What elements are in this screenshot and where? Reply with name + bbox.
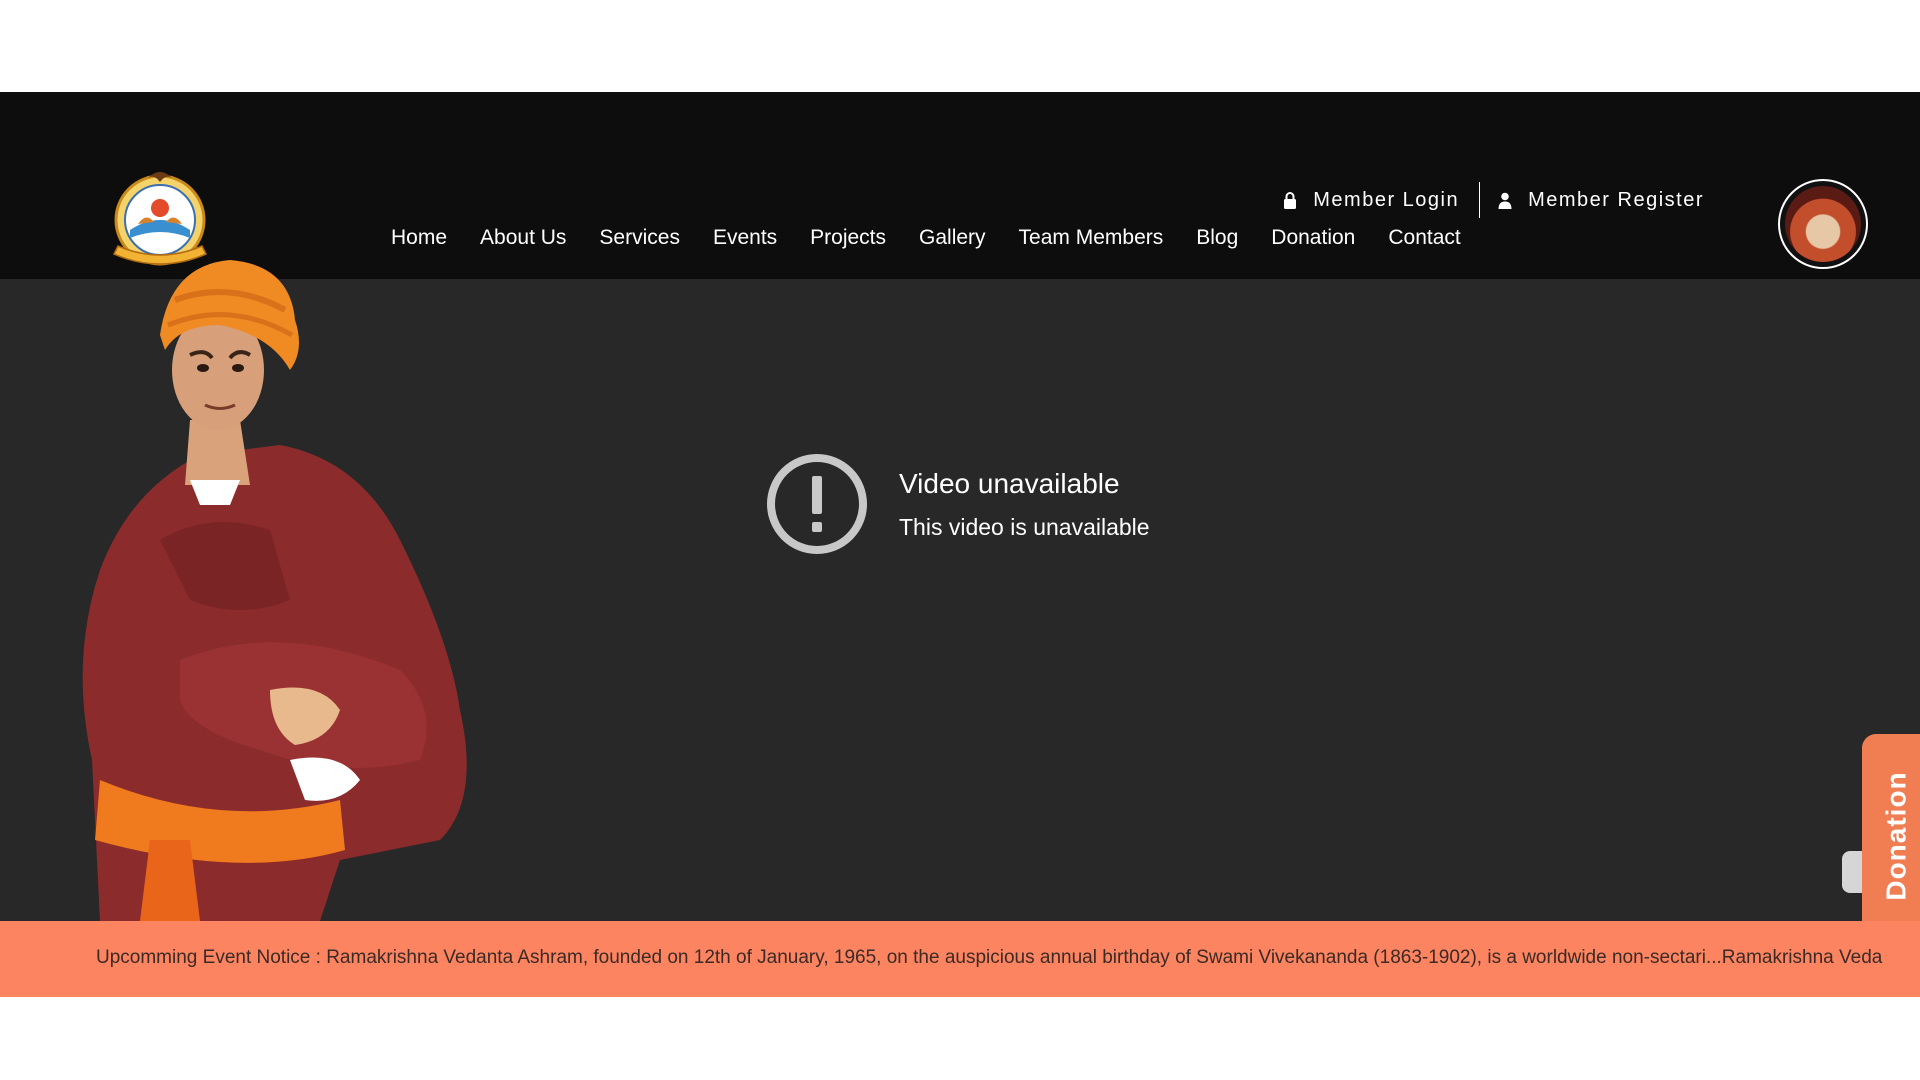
guru-portrait (1785, 186, 1861, 262)
member-register-label: Member Register (1528, 188, 1704, 211)
floating-donation-button[interactable]: Donation (1862, 734, 1920, 938)
nav-contact[interactable]: Contact (1388, 226, 1460, 250)
nav-projects[interactable]: Projects (810, 226, 886, 250)
main-nav: Home About Us Services Events Projects G… (391, 226, 1461, 250)
nav-team-members[interactable]: Team Members (1019, 226, 1164, 250)
member-login-link[interactable]: Member Login (1283, 189, 1459, 212)
lock-icon (1284, 191, 1297, 209)
nav-gallery[interactable]: Gallery (919, 226, 986, 250)
floating-donation-label: Donation (1881, 771, 1912, 901)
member-login-label: Member Login (1313, 188, 1460, 211)
nav-blog[interactable]: Blog (1196, 226, 1238, 250)
guru-avatar[interactable] (1778, 179, 1868, 269)
account-links: Member Login Member Register (1283, 182, 1704, 218)
nav-about-us[interactable]: About Us (480, 226, 566, 250)
video-error-title: Video unavailable (899, 467, 1120, 499)
nav-services[interactable]: Services (599, 226, 680, 250)
scroll-to-top-button[interactable] (1842, 851, 1864, 893)
video-error-message: Video unavailable This video is unavaila… (765, 452, 1150, 556)
nav-events[interactable]: Events (713, 226, 777, 250)
alert-circle-icon (767, 454, 867, 554)
page-top-margin (0, 0, 1920, 92)
account-links-divider (1479, 182, 1481, 218)
ticker-text: Upcomming Event Notice : Ramakrishna Ved… (96, 947, 1883, 968)
event-notice-ticker[interactable]: Upcomming Event Notice : Ramakrishna Ved… (0, 921, 1920, 997)
user-icon (1498, 192, 1512, 209)
swami-vivekananda-image (82, 260, 467, 921)
nav-donation[interactable]: Donation (1271, 226, 1355, 250)
page-bottom-margin (0, 997, 1920, 1080)
member-register-link[interactable]: Member Register (1498, 189, 1704, 212)
video-error-subtitle: This video is unavailable (899, 513, 1150, 540)
